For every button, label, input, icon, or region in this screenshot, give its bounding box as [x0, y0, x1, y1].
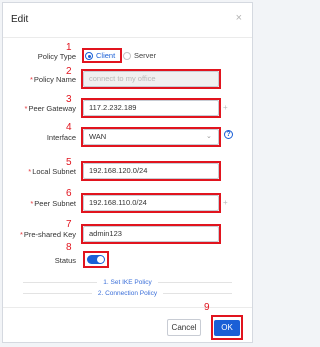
section-connection-policy-label[interactable]: 2. Connection Policy	[92, 290, 163, 297]
annotation-marker-7: 7	[66, 219, 72, 230]
peer-subnet-label: *Peer Subnet	[30, 199, 76, 208]
edit-dialog: Edit × 1 Policy Type Client Server 2 *Po…	[2, 2, 253, 343]
policy-type-label: Policy Type	[37, 52, 76, 61]
required-mark: *	[30, 199, 34, 208]
section-connection-policy[interactable]: 2. Connection Policy	[23, 288, 233, 298]
local-subnet-label: *Local Subnet	[28, 167, 76, 176]
policy-name-label: *Policy Name	[29, 75, 76, 84]
add-gateway-icon[interactable]: +	[223, 103, 228, 112]
annotation-marker-4: 4	[66, 122, 72, 133]
peer-gateway-input[interactable]: 117.2.232.189	[83, 100, 219, 116]
section-line	[157, 281, 233, 283]
pre-shared-key-label: *Pre-shared Key	[19, 230, 76, 239]
interface-label: Interface	[46, 133, 76, 142]
section-ike-policy-label[interactable]: 1. Set IKE Policy	[97, 279, 157, 286]
cancel-button[interactable]: Cancel	[167, 319, 201, 336]
status-toggle[interactable]	[87, 255, 105, 264]
section-ike-policy[interactable]: 1. Set IKE Policy	[23, 277, 233, 287]
annotation-marker-8: 8	[66, 242, 72, 253]
chevron-down-icon[interactable]: ⌄	[206, 132, 212, 140]
radio-client[interactable]	[85, 52, 93, 60]
pre-shared-key-input[interactable]: admin123	[83, 226, 219, 242]
annotation-marker-6: 6	[66, 188, 72, 199]
radio-server-label[interactable]: Server	[134, 51, 156, 60]
required-mark: *	[29, 75, 33, 84]
add-subnet-icon[interactable]: +	[223, 198, 228, 207]
annotation-marker-9: 9	[204, 302, 210, 313]
peer-subnet-input[interactable]: 192.168.110.0/24	[83, 195, 219, 211]
required-mark: *	[19, 230, 23, 239]
title-divider	[3, 37, 252, 38]
section-line	[23, 281, 98, 283]
close-icon[interactable]: ×	[236, 12, 242, 24]
footer-divider	[3, 307, 252, 308]
help-icon[interactable]: ?	[224, 130, 233, 139]
interface-select[interactable]: WAN	[83, 129, 219, 145]
required-mark: *	[28, 167, 32, 176]
radio-server[interactable]	[123, 52, 131, 60]
peer-gateway-label: *Peer Gateway	[24, 104, 76, 113]
dialog-title: Edit	[11, 14, 29, 25]
section-line	[23, 292, 92, 294]
ok-button[interactable]: OK	[214, 320, 240, 336]
section-line	[163, 292, 233, 294]
status-label: Status	[54, 256, 76, 265]
local-subnet-input[interactable]: 192.168.120.0/24	[83, 163, 219, 179]
radio-client-label[interactable]: Client	[96, 51, 115, 60]
policy-name-input: connect to my office	[83, 71, 219, 87]
